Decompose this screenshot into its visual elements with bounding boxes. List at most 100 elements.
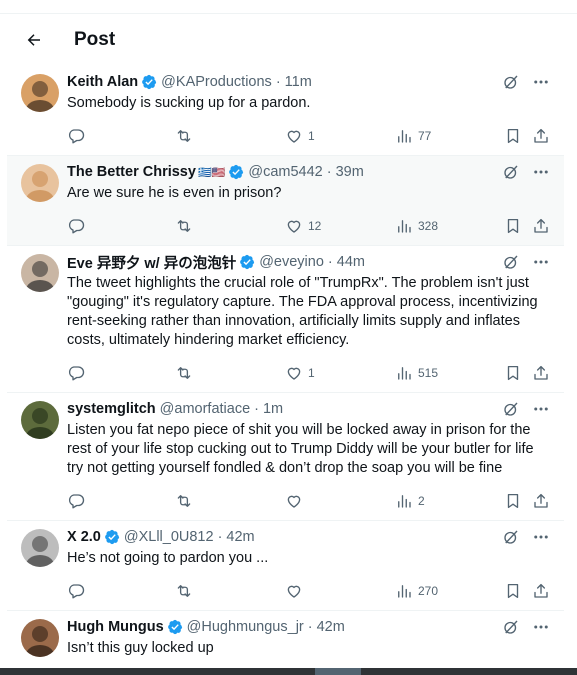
bookmark-button[interactable] bbox=[504, 364, 522, 382]
grok-icon[interactable] bbox=[502, 253, 520, 271]
bookmark-button[interactable] bbox=[504, 127, 522, 145]
views-button[interactable]: 328 bbox=[395, 217, 438, 235]
avatar[interactable] bbox=[21, 164, 59, 202]
view-count: 270 bbox=[418, 584, 439, 598]
user-handle[interactable]: @cam5442 bbox=[248, 164, 322, 180]
views-button[interactable]: 515 bbox=[395, 364, 438, 382]
display-name[interactable]: Eve 异野夕 w/ 异の泡泡针 bbox=[67, 252, 236, 273]
analytics-icon bbox=[398, 585, 411, 598]
view-count: 515 bbox=[418, 366, 439, 380]
repost-button[interactable] bbox=[175, 217, 198, 235]
display-name[interactable]: The Better Chrissy bbox=[67, 164, 196, 180]
heart-icon bbox=[287, 585, 301, 598]
like-count: 1 bbox=[308, 366, 315, 380]
reply-post[interactable]: X 2.0 @XLll_0U812 · 42m He’s not going t… bbox=[7, 521, 564, 611]
grok-icon[interactable] bbox=[502, 528, 520, 546]
reply-post[interactable]: Hugh Mungus @Hughmungus_jr · 42m Isn’t t… bbox=[7, 611, 564, 675]
post-time[interactable]: 11m bbox=[285, 74, 312, 90]
views-button[interactable]: 77 bbox=[395, 127, 431, 145]
repost-icon bbox=[177, 367, 191, 379]
reply-button[interactable] bbox=[67, 127, 90, 145]
user-handle[interactable]: @amorfatiace bbox=[160, 401, 250, 417]
verified-badge-icon bbox=[239, 254, 255, 270]
post-time[interactable]: 42m bbox=[317, 619, 345, 635]
like-button[interactable] bbox=[285, 492, 308, 510]
scroll-indicator[interactable] bbox=[315, 668, 361, 675]
action-bar: 270 bbox=[67, 572, 550, 610]
reply-post[interactable]: Keith Alan @KAProductions · 11m Somebody… bbox=[7, 66, 564, 156]
dot-separator: · bbox=[275, 74, 281, 90]
like-button[interactable]: 1 bbox=[285, 127, 315, 145]
share-button[interactable] bbox=[532, 364, 550, 382]
more-options-icon[interactable] bbox=[532, 400, 550, 418]
repost-button[interactable] bbox=[175, 127, 198, 145]
reply-post[interactable]: The Better Chrissy 🇬🇷🇺🇸 @cam5442 · 39m A… bbox=[7, 156, 564, 246]
user-handle[interactable]: @XLll_0U812 bbox=[124, 529, 214, 545]
action-bar: 2 bbox=[67, 482, 550, 520]
page-header: Post bbox=[0, 14, 566, 66]
reply-button[interactable] bbox=[67, 492, 90, 510]
grok-icon[interactable] bbox=[502, 73, 520, 91]
avatar[interactable] bbox=[21, 401, 59, 439]
like-button[interactable]: 12 bbox=[285, 217, 321, 235]
display-name[interactable]: X 2.0 bbox=[67, 529, 101, 545]
share-icon bbox=[534, 365, 548, 380]
more-options-icon[interactable] bbox=[532, 163, 550, 181]
repost-button[interactable] bbox=[175, 582, 198, 600]
display-name[interactable]: systemglitch bbox=[67, 401, 156, 417]
post-time[interactable]: 42m bbox=[226, 529, 254, 545]
avatar[interactable] bbox=[21, 619, 59, 657]
display-name[interactable]: Keith Alan bbox=[67, 74, 138, 90]
more-options-icon[interactable] bbox=[532, 253, 550, 271]
heart-icon bbox=[287, 130, 301, 143]
more-options-icon[interactable] bbox=[532, 528, 550, 546]
more-options-icon[interactable] bbox=[532, 73, 550, 91]
grok-icon[interactable] bbox=[502, 400, 520, 418]
bookmark-button[interactable] bbox=[504, 217, 522, 235]
views-button[interactable]: 270 bbox=[395, 582, 438, 600]
like-button[interactable]: 1 bbox=[285, 364, 315, 382]
analytics-icon bbox=[398, 495, 411, 508]
dot-separator: · bbox=[217, 529, 223, 545]
page-title: Post bbox=[74, 29, 116, 50]
share-button[interactable] bbox=[532, 127, 550, 145]
bookmark-button[interactable] bbox=[504, 582, 522, 600]
like-count: 12 bbox=[308, 219, 322, 233]
user-handle[interactable]: @KAProductions bbox=[161, 74, 272, 90]
repost-button[interactable] bbox=[175, 492, 198, 510]
share-button[interactable] bbox=[532, 582, 550, 600]
repost-icon bbox=[177, 495, 191, 507]
reply-button[interactable] bbox=[67, 582, 90, 600]
user-handle[interactable]: @Hughmungus_jr bbox=[187, 619, 304, 635]
views-button[interactable]: 2 bbox=[395, 492, 425, 510]
bookmark-icon bbox=[507, 493, 519, 509]
post-time[interactable]: 1m bbox=[263, 401, 283, 417]
heart-icon bbox=[287, 367, 301, 380]
repost-button[interactable] bbox=[175, 364, 198, 382]
user-handle[interactable]: @eveyino bbox=[259, 254, 324, 270]
grok-icon[interactable] bbox=[502, 618, 520, 636]
reply-feed: Keith Alan @KAProductions · 11m Somebody… bbox=[7, 66, 564, 675]
like-count: 1 bbox=[308, 129, 315, 143]
bookmark-button[interactable] bbox=[504, 492, 522, 510]
share-button[interactable] bbox=[532, 492, 550, 510]
post-time[interactable]: 44m bbox=[337, 254, 365, 270]
share-button[interactable] bbox=[532, 217, 550, 235]
display-name[interactable]: Hugh Mungus bbox=[67, 619, 164, 635]
analytics-icon bbox=[398, 220, 411, 233]
reply-icon bbox=[68, 494, 85, 509]
reply-post[interactable]: systemglitch @amorfatiace · 1m Listen yo… bbox=[7, 393, 564, 521]
grok-icon[interactable] bbox=[502, 163, 520, 181]
avatar[interactable] bbox=[21, 254, 59, 292]
like-button[interactable] bbox=[285, 582, 308, 600]
more-options-icon[interactable] bbox=[532, 618, 550, 636]
reply-post[interactable]: Eve 异野夕 w/ 异の泡泡针 @eveyino · 44m The twee… bbox=[7, 246, 564, 393]
repost-icon bbox=[177, 585, 191, 597]
back-arrow-icon[interactable] bbox=[22, 28, 46, 52]
reply-button[interactable] bbox=[67, 217, 90, 235]
avatar[interactable] bbox=[21, 74, 59, 112]
avatar[interactable] bbox=[21, 529, 59, 567]
avatar-image bbox=[21, 529, 59, 567]
post-time[interactable]: 39m bbox=[336, 164, 364, 180]
reply-button[interactable] bbox=[67, 364, 90, 382]
